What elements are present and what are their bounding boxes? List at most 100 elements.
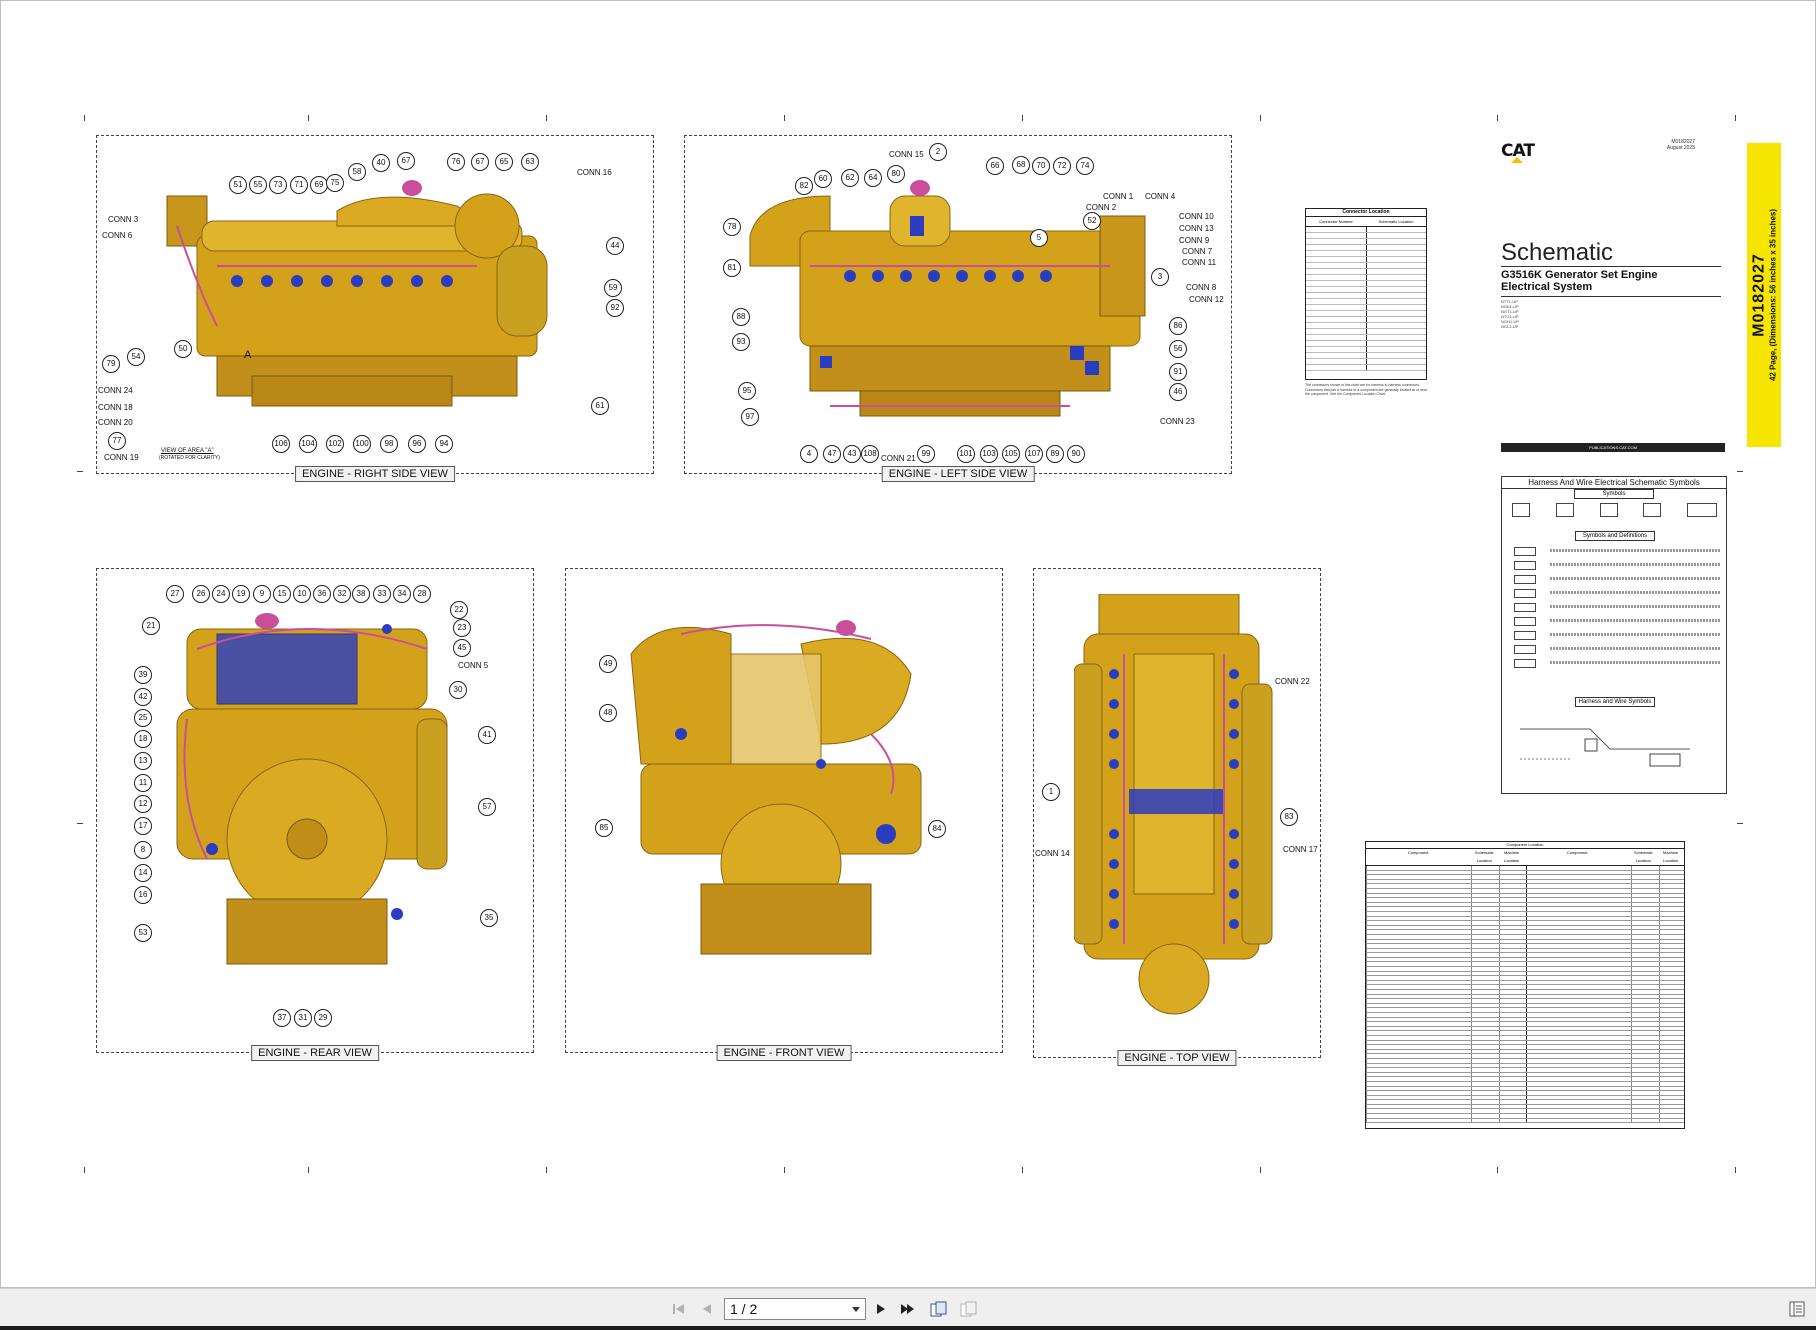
callout-15: 15 xyxy=(273,585,291,603)
symbols-block-title: Harness And Wire Electrical Schematic Sy… xyxy=(1502,477,1726,489)
first-page-button[interactable] xyxy=(669,1299,689,1319)
callout-24: 24 xyxy=(212,585,230,603)
connector-location-note: The connectors shown in this chart are f… xyxy=(1305,383,1427,396)
callout-105: 105 xyxy=(1002,445,1020,463)
conn-23-label: CONN 23 xyxy=(1160,417,1195,426)
callout-85: 85 xyxy=(595,819,613,837)
callout-12: 12 xyxy=(134,795,152,813)
connector-number-col: Connector Number xyxy=(1319,219,1353,224)
callout-36: 36 xyxy=(313,585,331,603)
callout-86: 86 xyxy=(1169,317,1187,335)
callout-13: 13 xyxy=(134,752,152,770)
callout-1: 1 xyxy=(1042,783,1060,801)
harness-symbols-block: Harness And Wire Electrical Schematic Sy… xyxy=(1501,476,1727,794)
callout-108: 108 xyxy=(861,445,879,463)
callout-94: 94 xyxy=(435,435,453,453)
callout-71: 71 xyxy=(290,176,308,194)
left-side-view-label: ENGINE - LEFT SIDE VIEW xyxy=(881,466,1035,482)
serial-prefix: NGL1-UP xyxy=(1501,324,1519,329)
last-page-button[interactable] xyxy=(898,1299,918,1319)
front-view-label: ENGINE - FRONT VIEW xyxy=(716,1045,852,1061)
relay-symbol-icon xyxy=(1514,645,1536,654)
cat-logo-triangle-icon xyxy=(1511,157,1523,163)
border-tick xyxy=(77,471,83,472)
sidebar-toggle-button[interactable] xyxy=(1787,1299,1807,1319)
border-tick xyxy=(84,1167,85,1173)
symbols-subtitle: Symbols xyxy=(1574,489,1654,499)
callout-54: 54 xyxy=(127,348,145,366)
component-location-title: Component Location xyxy=(1366,842,1684,849)
definition-text xyxy=(1550,563,1720,566)
callout-64: 64 xyxy=(864,169,882,187)
callout-73: 73 xyxy=(269,176,287,194)
engine-top-illustration xyxy=(1074,594,1273,1015)
border-tick xyxy=(1737,471,1743,472)
document-viewer[interactable]: 51 55 73 71 69 75 58 40 67 76 67 65 63 4… xyxy=(0,0,1816,1288)
page-layout-alt-button[interactable] xyxy=(959,1299,979,1319)
callout-32: 32 xyxy=(333,585,351,603)
conn-1-label: CONN 1 xyxy=(1103,192,1134,201)
right-side-view-label: ENGINE - RIGHT SIDE VIEW xyxy=(295,466,455,482)
callout-53: 53 xyxy=(134,924,152,942)
conn-3-label: CONN 3 xyxy=(108,215,139,224)
taskbar-strip xyxy=(0,1326,1816,1330)
border-tick xyxy=(77,823,83,824)
page-layout-button[interactable] xyxy=(929,1299,949,1319)
callout-66: 66 xyxy=(986,157,1004,175)
callout-29: 29 xyxy=(314,1009,332,1027)
callout-70: 70 xyxy=(1032,157,1050,175)
callout-16: 16 xyxy=(134,886,152,904)
callout-35: 35 xyxy=(480,909,498,927)
engine-front-view-panel: 49 48 85 84 ENGINE - FRONT VIEW xyxy=(565,568,1003,1061)
callout-60: 60 xyxy=(814,170,832,188)
cat-logo: CAT xyxy=(1501,141,1535,163)
next-page-icon xyxy=(877,1304,885,1314)
conn-17-label: CONN 17 xyxy=(1283,845,1318,854)
callout-56: 56 xyxy=(1169,340,1187,358)
callout-67: 67 xyxy=(397,152,415,170)
conn-24-label: CONN 24 xyxy=(98,386,133,395)
conn-13-label: CONN 13 xyxy=(1179,224,1214,233)
sidebar-toggle-icon xyxy=(1789,1301,1805,1317)
callout-27: 27 xyxy=(166,585,184,603)
conn-19-label: CONN 19 xyxy=(104,453,139,462)
previous-page-button[interactable] xyxy=(697,1299,717,1319)
component-location-header: Component Schematic Location Machine Loc… xyxy=(1366,849,1684,866)
callout-78: 78 xyxy=(723,218,741,236)
border-tick xyxy=(1022,1167,1023,1173)
page-selector[interactable]: 1 / 2 xyxy=(724,1298,866,1320)
callout-8: 8 xyxy=(134,841,152,859)
conn-11-label: CONN 11 xyxy=(1182,258,1217,267)
callout-89: 89 xyxy=(1046,445,1064,463)
callout-28: 28 xyxy=(413,585,431,603)
doc-meta: M0182027 August 2025 xyxy=(1667,139,1695,151)
border-tick xyxy=(1497,1167,1498,1173)
border-tick xyxy=(308,115,309,121)
next-page-button[interactable] xyxy=(871,1299,891,1319)
symbols-definitions-subtitle: Symbols and Definitions xyxy=(1575,531,1655,541)
component-col-left: Component xyxy=(1407,850,1429,855)
viewer-toolbar: 1 / 2 xyxy=(0,1288,1816,1328)
page-layout-icon xyxy=(930,1301,947,1317)
reed-switch-symbol-icon xyxy=(1514,617,1536,626)
conn-9-label: CONN 9 xyxy=(1179,236,1210,245)
callout-11: 11 xyxy=(134,774,152,792)
callout-47: 47 xyxy=(823,445,841,463)
conn-2-label: CONN 2 xyxy=(1086,203,1117,212)
callout-58: 58 xyxy=(348,163,366,181)
definition-text xyxy=(1550,549,1720,552)
pressure-symbol-icon xyxy=(1512,503,1530,517)
title-divider xyxy=(1501,266,1721,267)
definition-text xyxy=(1550,647,1720,650)
chevron-down-icon xyxy=(852,1307,860,1312)
connector-location-table: Connector Location Connector Number Sche… xyxy=(1305,208,1427,380)
callout-99: 99 xyxy=(917,445,935,463)
engine-right-side-illustration xyxy=(166,180,548,407)
callout-77: 77 xyxy=(108,432,126,450)
area-a-note-2: (ROTATED FOR CLARITY) xyxy=(159,455,220,461)
callout-83: 83 xyxy=(1280,808,1298,826)
callout-92: 92 xyxy=(606,299,624,317)
callout-48: 48 xyxy=(599,704,617,722)
callout-9: 9 xyxy=(253,585,271,603)
doc-meta-date: August 2025 xyxy=(1666,145,1695,151)
